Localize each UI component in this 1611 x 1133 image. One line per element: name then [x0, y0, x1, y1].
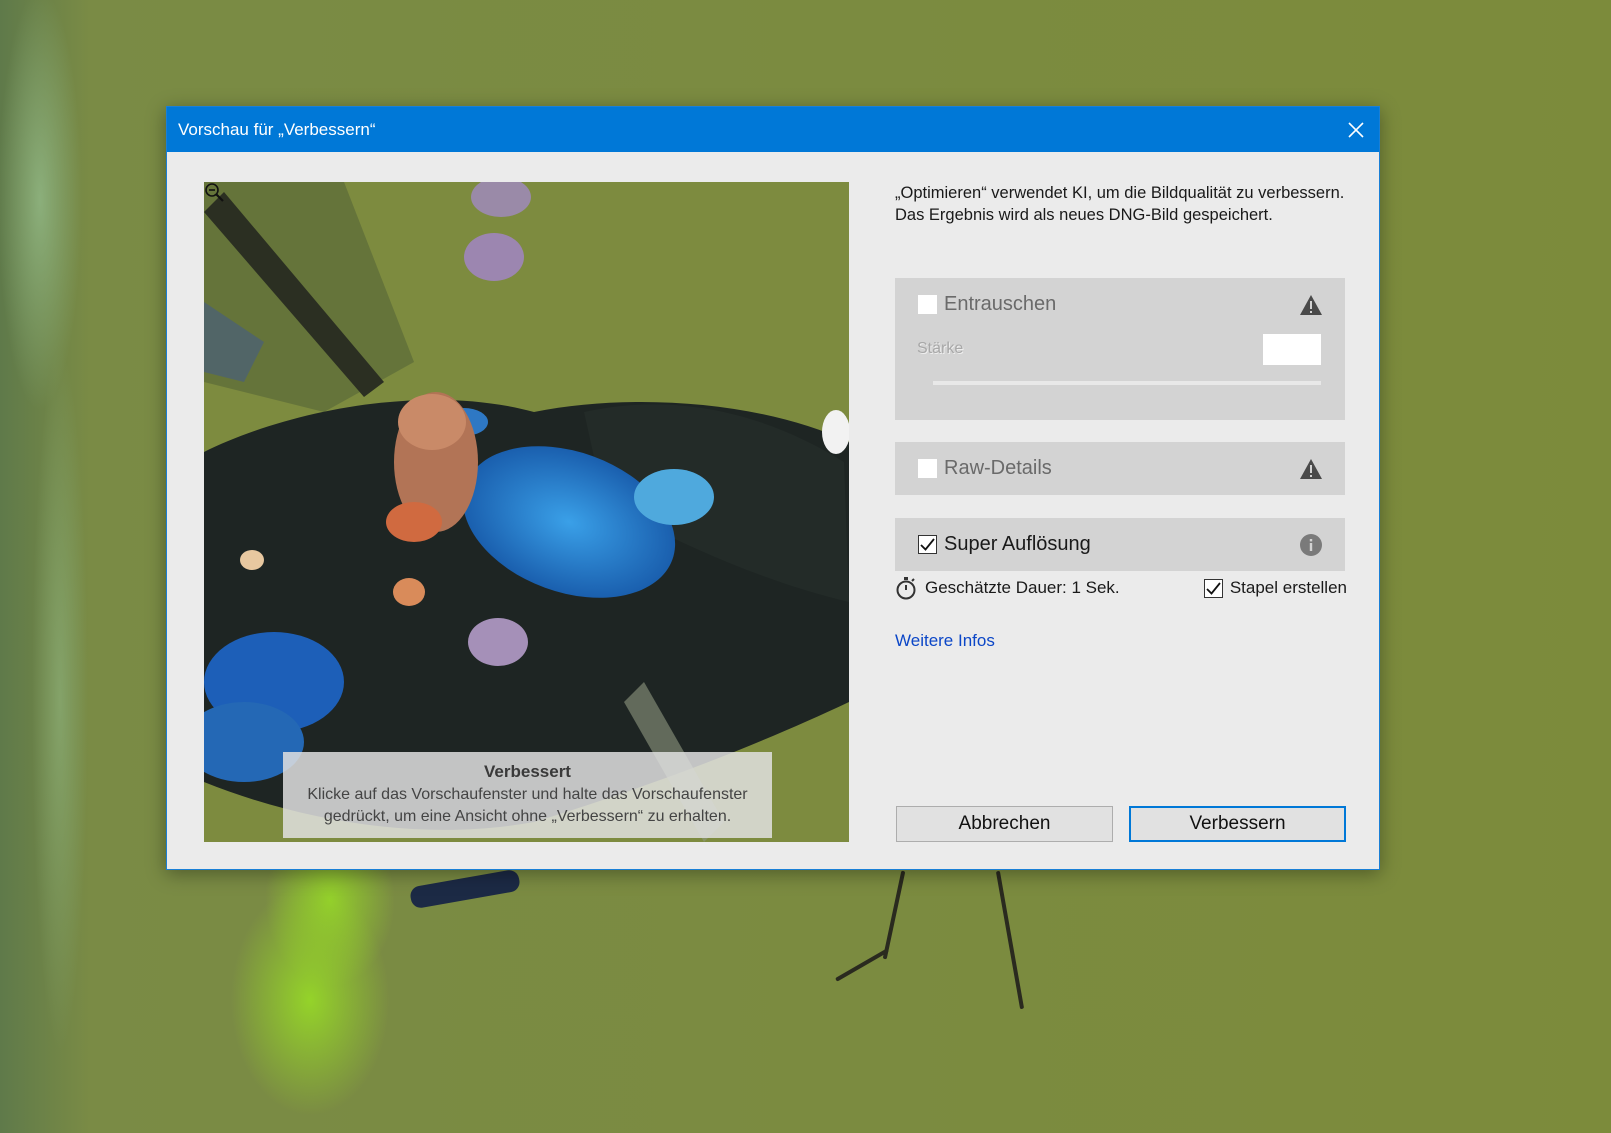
create-stack-label: Stapel erstellen [1229, 578, 1347, 597]
intro-text: „Optimieren“ verwendet KI, um die Bildqu… [895, 184, 1345, 224]
stopwatch-icon [896, 577, 916, 600]
warning-icon [1300, 458, 1322, 479]
checkmark-icon [920, 538, 935, 551]
caption-text-line2: gedrückt, um eine Ansicht ohne „Verbesse… [323, 808, 732, 825]
estimated-duration: Geschätzte Dauer: 1 Sek. [925, 578, 1120, 597]
warning-icon [1300, 294, 1322, 315]
super-resolution-panel: Super Auflösung [895, 518, 1345, 571]
caption-text-line1: Klicke auf das Vorschaufenster und halte… [307, 786, 748, 803]
create-stack-checkbox[interactable] [1203, 578, 1223, 598]
info-icon[interactable] [1299, 533, 1323, 557]
strength-label: Stärke [917, 340, 964, 357]
close-button[interactable] [1333, 107, 1379, 152]
strength-slider[interactable] [933, 381, 1321, 385]
checkmark-icon [1206, 581, 1221, 595]
raw-details-panel: Raw-Details [895, 442, 1345, 495]
raw-details-checkbox[interactable] [918, 459, 937, 478]
super-resolution-label: Super Auflösung [944, 533, 1091, 555]
more-info-link[interactable]: Weitere Infos [895, 631, 995, 651]
super-resolution-checkbox[interactable] [918, 535, 937, 554]
caption-title: Verbessert [484, 762, 571, 781]
dialog-title: Vorschau für „Verbessern“ [178, 119, 376, 139]
preview-caption: Verbessert Klicke auf das Vorschaufenste… [283, 752, 772, 838]
zoom-out-icon[interactable] [204, 182, 226, 204]
cancel-button[interactable]: Abbrechen [896, 806, 1113, 842]
preview-window[interactable]: Verbessert Klicke auf das Vorschaufenste… [204, 182, 849, 842]
denoise-checkbox[interactable] [918, 295, 937, 314]
denoise-label: Entrauschen [944, 293, 1057, 315]
close-icon [1348, 121, 1364, 138]
raw-details-label: Raw-Details [944, 457, 1052, 479]
titlebar: Vorschau für „Verbessern“ [167, 107, 1379, 152]
denoise-panel: Entrauschen Stärke [895, 278, 1345, 420]
preview-image [204, 182, 849, 842]
enhance-preview-dialog: Vorschau für „Verbessern“ Verbessert Kli… [166, 106, 1380, 870]
strength-input[interactable] [1263, 333, 1321, 365]
meta-row: Geschätzte Dauer: 1 Sek. Stapel erstelle… [895, 576, 1347, 600]
options-column: „Optimieren“ verwendet KI, um die Bildqu… [895, 182, 1347, 571]
enhance-button[interactable]: Verbessern [1129, 806, 1346, 842]
